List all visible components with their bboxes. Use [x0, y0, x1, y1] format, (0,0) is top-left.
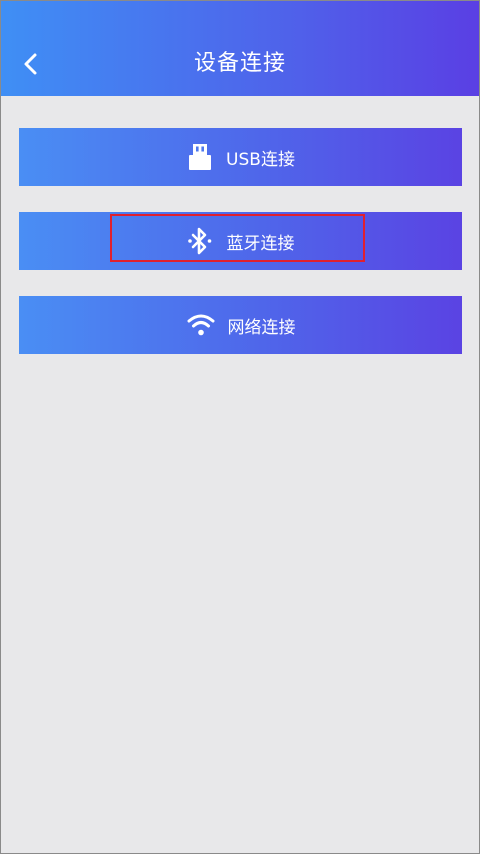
wifi-icon: [186, 312, 216, 338]
usb-icon: [186, 142, 214, 172]
bluetooth-connect-label: 蓝牙连接: [226, 233, 295, 254]
connection-options: USB连接 蓝牙连接 网络连接: [19, 128, 462, 380]
app-screen: 设备连接 USB连接 蓝牙连接 网络连接: [0, 0, 480, 854]
top-app-bar: 设备连接: [1, 1, 479, 96]
network-connect-button[interactable]: 网络连接: [19, 296, 462, 354]
usb-connect-button[interactable]: USB连接: [19, 128, 462, 186]
bluetooth-icon: [187, 226, 215, 256]
page-title: 设备连接: [193, 51, 286, 76]
network-connect-label: 网络连接: [227, 317, 296, 338]
bluetooth-connect-button[interactable]: 蓝牙连接: [19, 212, 462, 270]
usb-connect-label: USB连接: [226, 149, 295, 170]
